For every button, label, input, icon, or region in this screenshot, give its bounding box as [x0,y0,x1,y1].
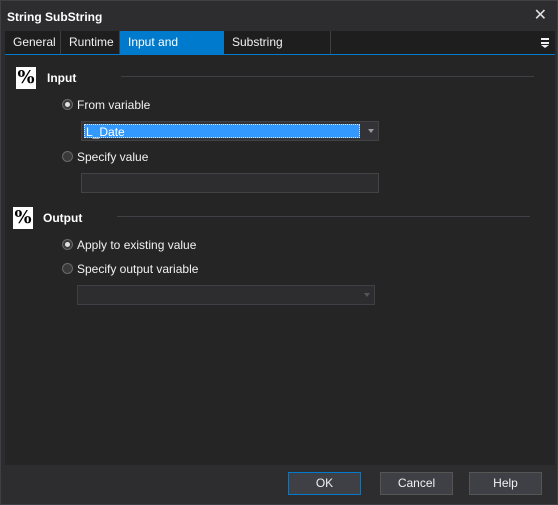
chevron-down-icon [364,293,370,297]
output-section-title: Output [43,211,83,225]
title-bar: String SubString ✕ [1,1,557,31]
specify-output-label[interactable]: Specify output variable [77,262,198,276]
from-variable-label[interactable]: From variable [77,98,150,112]
dialog-window: String SubString ✕ General Runtime Input… [0,0,558,505]
tab-content-panel: % Input From variable L_Date Specify val… [5,55,555,465]
input-section-divider [121,76,534,77]
from-variable-radio[interactable] [62,99,73,110]
tab-menu-icon[interactable] [539,35,551,49]
specify-value-radio[interactable] [62,151,73,162]
ok-button[interactable]: OK [288,472,361,495]
from-variable-select[interactable]: L_Date [81,121,379,141]
chevron-down-icon [368,129,374,133]
output-variable-select[interactable] [77,285,375,305]
cancel-button[interactable]: Cancel [380,472,453,495]
tab-input-and-output[interactable]: Input and Output [120,31,224,72]
help-button[interactable]: Help [469,472,542,495]
apply-existing-label[interactable]: Apply to existing value [77,238,196,252]
specify-value-label[interactable]: Specify value [77,150,148,164]
percent-icon: % [13,207,33,229]
apply-existing-radio[interactable] [62,239,73,250]
window-title: String SubString [7,10,103,24]
tab-runtime[interactable]: Runtime [61,31,120,54]
close-icon[interactable]: ✕ [534,5,547,25]
from-variable-selected-value: L_Date [84,124,360,139]
specify-output-radio[interactable] [62,263,73,274]
tab-general[interactable]: General [5,31,61,54]
input-section-title: Input [47,71,77,85]
output-section-divider [117,216,530,217]
specify-value-input[interactable] [81,173,379,193]
tab-bar: General Runtime Input and Output Substri… [5,31,555,72]
percent-icon: % [16,67,36,89]
tab-substring-options[interactable]: Substring Options [224,31,331,72]
